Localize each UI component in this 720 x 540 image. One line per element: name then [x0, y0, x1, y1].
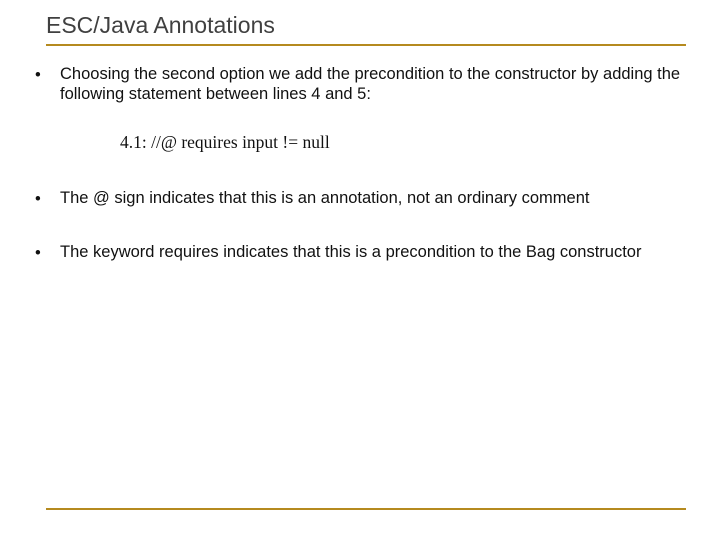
bullet-dot-icon: •: [35, 65, 41, 85]
title-divider: [46, 44, 686, 46]
slide-title: ESC/Java Annotations: [46, 12, 275, 39]
footer-divider: [46, 508, 686, 510]
bullet-text: The keyword requires indicates that this…: [60, 243, 641, 261]
bullet-item: • The @ sign indicates that this is an a…: [30, 188, 690, 208]
code-line: 4.1: //@ requires input != null: [30, 132, 690, 153]
bullet-item: • Choosing the second option we add the …: [30, 64, 690, 104]
bullet-dot-icon: •: [35, 189, 41, 209]
slide: ESC/Java Annotations • Choosing the seco…: [0, 0, 720, 540]
bullet-text: Choosing the second option we add the pr…: [60, 65, 680, 103]
bullet-text: The @ sign indicates that this is an ann…: [60, 189, 589, 207]
slide-body: • Choosing the second option we add the …: [30, 64, 690, 296]
bullet-dot-icon: •: [35, 243, 41, 263]
bullet-item: • The keyword requires indicates that th…: [30, 242, 690, 262]
